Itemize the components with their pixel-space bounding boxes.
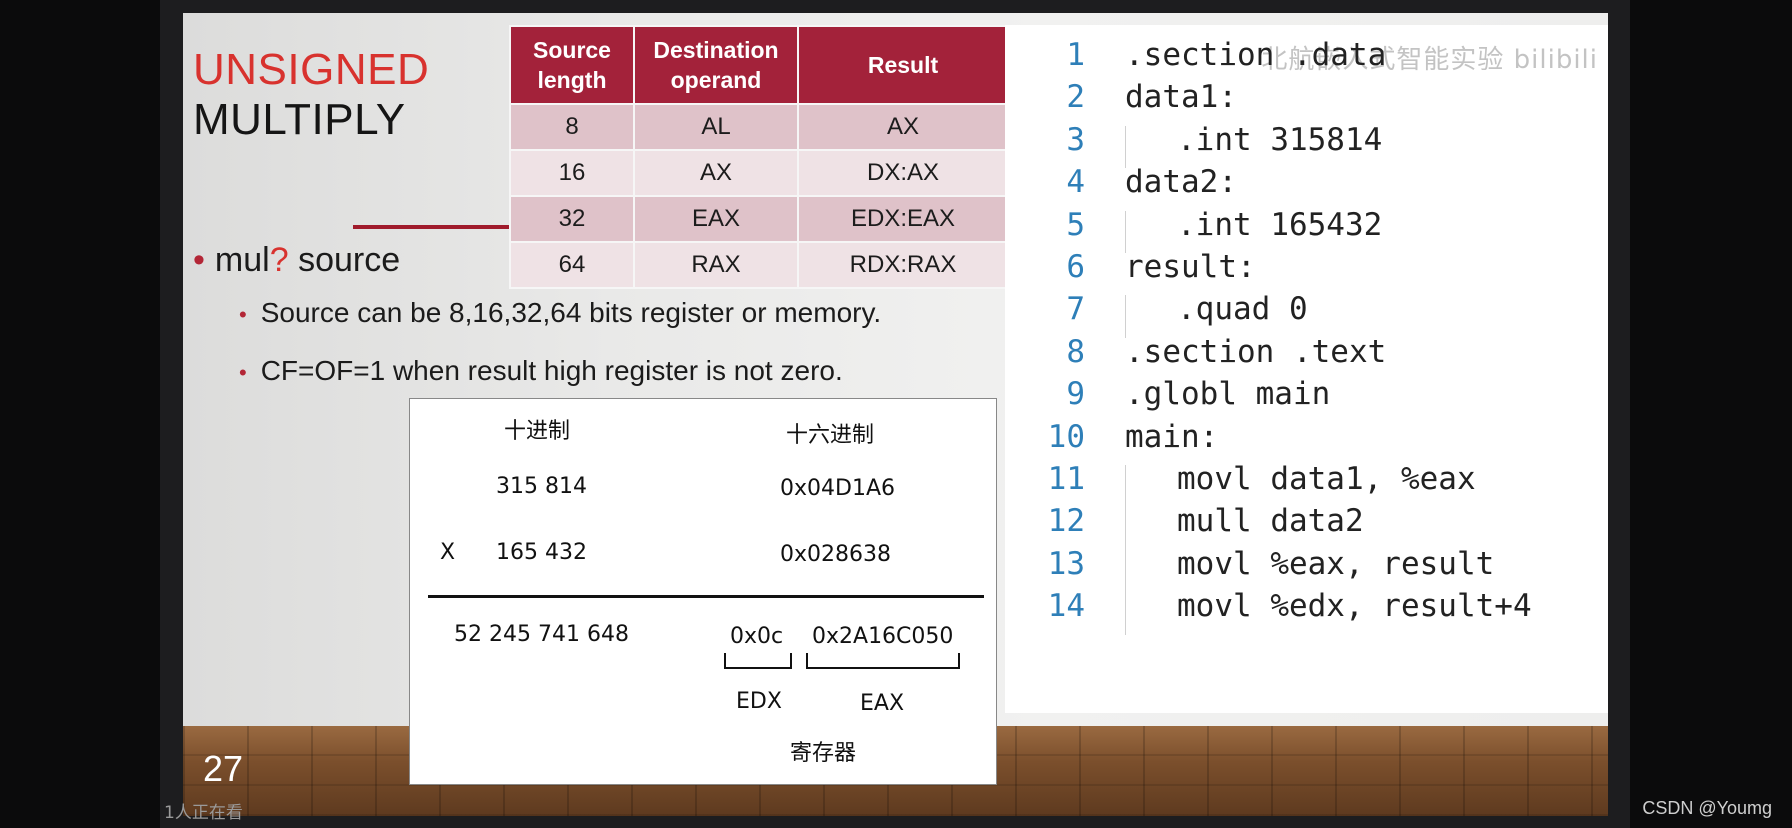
slide: 27 UNSIGNED MULTIPLY • mul? source • Sourc…: [183, 13, 1608, 816]
code-line: mull data2: [1177, 503, 1364, 540]
code-line: .section .data: [1125, 37, 1387, 73]
code-line: data1:: [1125, 79, 1237, 116]
bracket-low: [806, 653, 960, 669]
header-result: Result: [797, 25, 1009, 105]
indent-guide: [1125, 295, 1126, 338]
cell-source-length: 8: [509, 103, 635, 151]
indent-guide: [1125, 507, 1126, 550]
indent-guide: [1125, 125, 1126, 169]
code-line: .quad 0: [1177, 291, 1308, 328]
hex-operand-1: 0x04D1A6: [780, 476, 895, 501]
code-line: .section .text: [1125, 333, 1387, 370]
line-number: 7: [1066, 291, 1085, 328]
cell-result: AX: [797, 103, 1009, 151]
hex-result-high: 0x0c: [730, 624, 784, 649]
registers-label: 寄存器: [790, 741, 857, 766]
line-number: 13: [1047, 545, 1085, 582]
header-destination-operand: Destination operand: [633, 25, 799, 105]
decimal-operand-1: 315 814: [496, 474, 587, 499]
line-number: 2: [1066, 79, 1085, 116]
line-number: 4: [1066, 164, 1085, 201]
code-line: .globl main: [1125, 376, 1331, 413]
slide-title: UNSIGNED MULTIPLY: [193, 45, 429, 145]
sub-bullet-1-text: Source can be 8,16,32,64 bits register o…: [260, 297, 882, 328]
decimal-operand-2: 165 432: [496, 540, 587, 565]
table-row: 32 EAX EDX:EAX: [509, 195, 1009, 243]
indent-guide: [1125, 465, 1126, 508]
code-line: movl data1, %eax: [1177, 461, 1476, 497]
label-decimal: 十进制: [504, 419, 571, 444]
code-line: .int 315814: [1177, 121, 1383, 158]
multiplication-example-figure: 十进制 十六进制 315 814 0x04D1A6 X 165 432 0x02…: [409, 398, 997, 785]
bullet-main-operand: source: [288, 241, 401, 279]
line-number: 14: [1047, 588, 1085, 625]
register-edx-label: EDX: [736, 689, 782, 714]
bullet-main-mnemonic: mul: [214, 241, 270, 279]
code-panel: 北航嵌入式智能实验 bilibili 1 .section .data 2 data1…: [1005, 25, 1608, 713]
title-line-2: MULTIPLY: [193, 95, 406, 144]
times-sign: X: [440, 540, 456, 565]
cell-destination: AL: [633, 103, 799, 151]
bullet-main-suffix-mark: ?: [269, 241, 289, 279]
line-number: 6: [1066, 249, 1085, 285]
indent-guide: [1125, 592, 1126, 635]
code-line: data2:: [1125, 164, 1237, 201]
cell-source-length: 32: [509, 195, 635, 243]
bullet-main: • mul? source: [193, 241, 401, 279]
line-number: 12: [1047, 503, 1085, 540]
code-line: movl %edx, result+4: [1177, 588, 1532, 625]
label-hex: 十六进制: [786, 423, 875, 448]
header-source-length: Source length: [509, 25, 635, 105]
mul-operand-table: Source length Destination operand Result 8…: [509, 25, 1009, 289]
line-number: 10: [1047, 418, 1085, 455]
code-line: main:: [1125, 418, 1219, 455]
sub-bullet-1: • Source can be 8,16,32,64 bits register …: [239, 297, 882, 328]
line-number: 9: [1066, 376, 1085, 413]
cell-result: RDX:RAX: [797, 241, 1009, 289]
cell-destination: RAX: [633, 241, 799, 289]
slide-number: 27: [203, 748, 244, 789]
title-line-1: UNSIGNED: [193, 45, 430, 94]
line-number: 8: [1066, 333, 1085, 370]
cell-result: DX:AX: [797, 149, 1009, 197]
hex-operand-2: 0x028638: [780, 542, 891, 567]
bracket-high: [724, 653, 792, 669]
indent-guide: [1125, 210, 1126, 253]
cell-destination: EAX: [633, 195, 799, 243]
table-row: 64 RAX RDX:RAX: [509, 241, 1009, 289]
sub-bullet-2-text: CF=OF=1 when result high register is not…: [260, 355, 843, 386]
line-number: 1: [1066, 37, 1085, 73]
line-number: 3: [1066, 121, 1085, 158]
hex-result-low: 0x2A16C050: [812, 624, 954, 649]
cell-result: EDX:EAX: [797, 195, 1009, 243]
line-number: 11: [1047, 461, 1085, 497]
code-line: result:: [1125, 249, 1256, 285]
decimal-result: 52 245 741 648: [454, 622, 629, 647]
table-row: 16 AX DX:AX: [509, 149, 1009, 197]
viewer-count: 1人正在看: [164, 803, 243, 823]
code-line: .int 165432: [1177, 206, 1383, 243]
line-number: 5: [1066, 206, 1085, 243]
code-line: movl %eax, result: [1177, 545, 1495, 582]
indent-guide: [1125, 549, 1126, 593]
cell-destination: AX: [633, 149, 799, 197]
source-credit: CSDN @Youmg: [1642, 798, 1772, 818]
cell-source-length: 64: [509, 241, 635, 289]
table-row: 8 AL AX: [509, 103, 1009, 151]
register-eax-label: EAX: [860, 691, 905, 716]
cell-source-length: 16: [509, 149, 635, 197]
sum-line: [428, 595, 984, 598]
sub-bullet-2: • CF=OF=1 when result high register is no…: [239, 355, 843, 386]
